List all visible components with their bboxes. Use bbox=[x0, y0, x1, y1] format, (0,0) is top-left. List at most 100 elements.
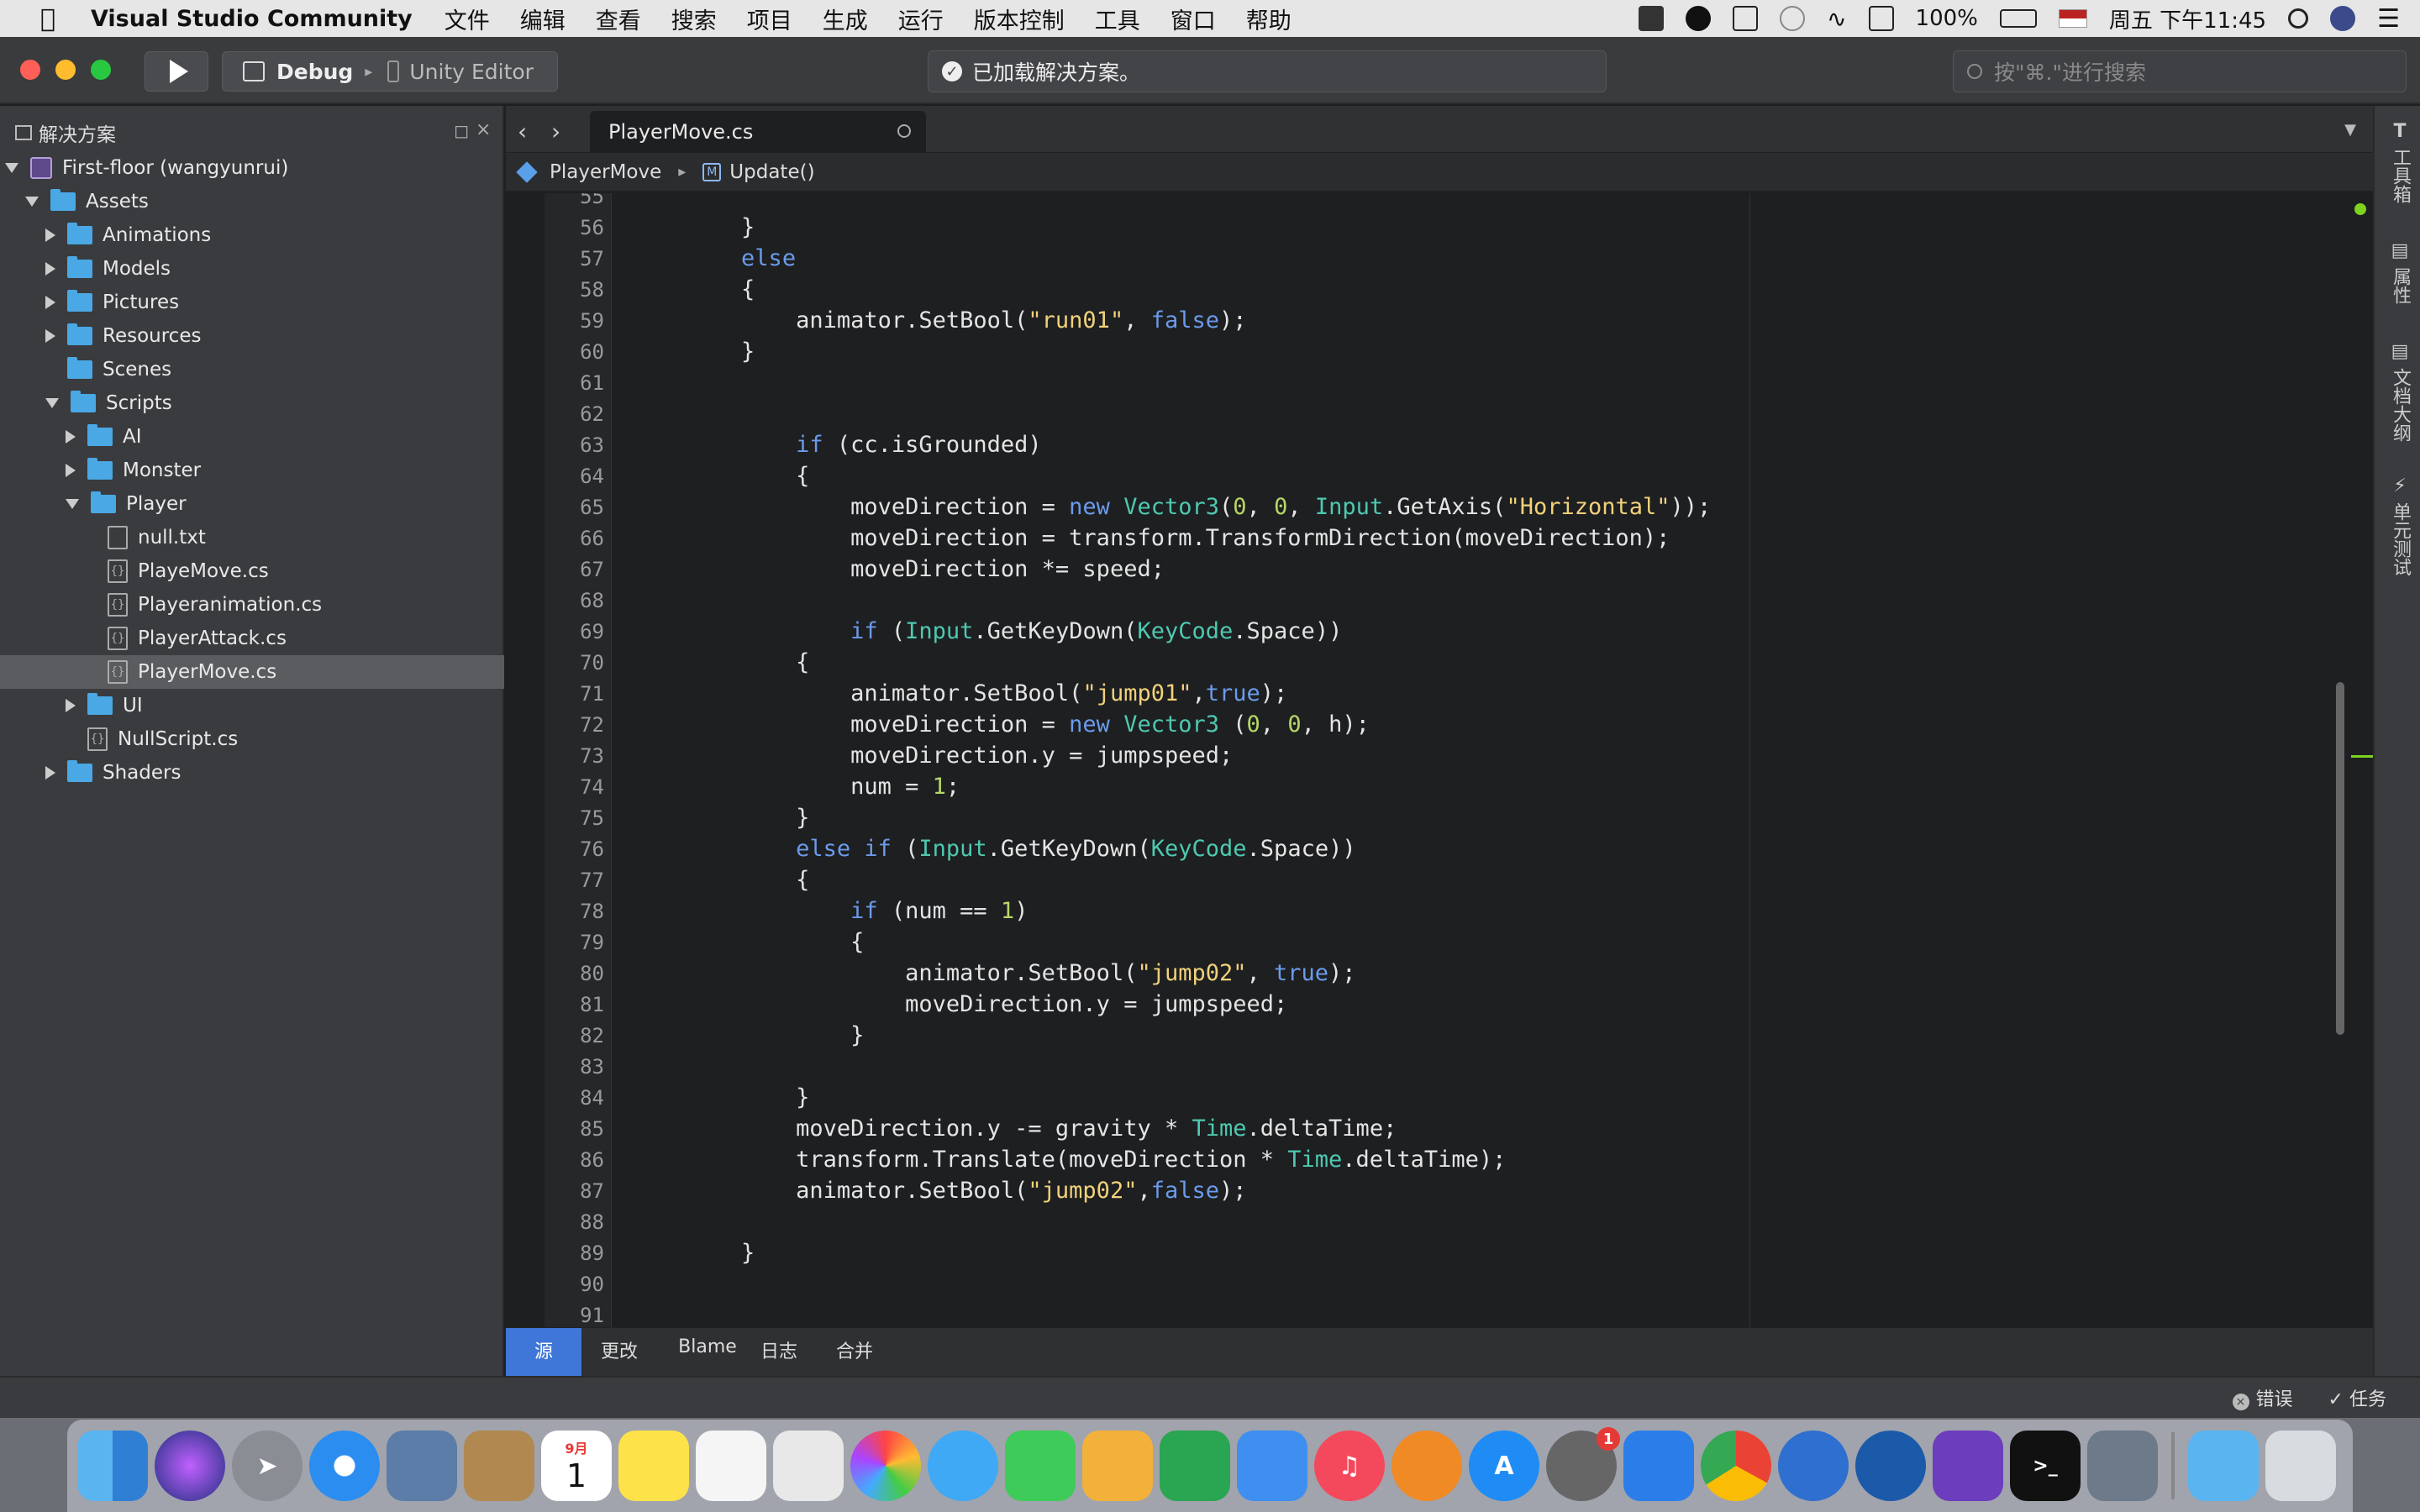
tree-item[interactable]: null.txt bbox=[0, 521, 504, 554]
pages-icon[interactable] bbox=[1082, 1431, 1153, 1501]
code-line[interactable]: if (cc.isGrounded) bbox=[632, 432, 1042, 458]
code-line[interactable]: { bbox=[632, 867, 809, 893]
errors-button[interactable]: × 错误 bbox=[2232, 1384, 2293, 1411]
toolbox-pad-tab[interactable]: T 工具箱 bbox=[2383, 121, 2413, 203]
menu-version-control[interactable]: 版本控制 bbox=[974, 3, 1065, 35]
menu-help[interactable]: 帮助 bbox=[1246, 3, 1292, 35]
siri-dock-icon[interactable] bbox=[155, 1431, 225, 1501]
disclosure-right-icon[interactable] bbox=[66, 464, 76, 477]
launchpad-icon[interactable]: ➤ bbox=[232, 1431, 302, 1501]
calendar-icon[interactable]: 9月 1 bbox=[541, 1431, 612, 1501]
code-line[interactable]: animator.SetBool("jump01",true); bbox=[632, 680, 1287, 706]
tree-item[interactable]: Scenes bbox=[0, 353, 504, 386]
menu-tools[interactable]: 工具 bbox=[1095, 3, 1140, 35]
disclosure-right-icon[interactable] bbox=[45, 262, 55, 276]
tab-changes[interactable]: 更改 bbox=[598, 1328, 640, 1377]
music-icon[interactable]: ♫ bbox=[1314, 1431, 1385, 1501]
tab-blame[interactable]: Blame bbox=[666, 1328, 750, 1377]
disclosure-down-icon[interactable] bbox=[25, 197, 39, 207]
code-line[interactable]: moveDirection = new Vector3(0, 0, Input.… bbox=[632, 494, 1711, 520]
code-line[interactable]: } bbox=[632, 1240, 755, 1266]
menu-window[interactable]: 窗口 bbox=[1171, 3, 1216, 35]
tree-item[interactable]: Resources bbox=[0, 319, 504, 353]
maximize-pad-icon[interactable]: ◻ bbox=[454, 121, 469, 142]
app-name-menu[interactable]: Visual Studio Community bbox=[91, 6, 413, 32]
instruments-icon[interactable] bbox=[1778, 1431, 1849, 1501]
app-store-icon[interactable]: A bbox=[1469, 1431, 1539, 1501]
menu-run[interactable]: 运行 bbox=[898, 3, 944, 35]
menu-edit[interactable]: 编辑 bbox=[520, 3, 566, 35]
code-line[interactable]: moveDirection = transform.TransformDirec… bbox=[632, 525, 1670, 551]
menu-project[interactable]: 项目 bbox=[747, 3, 792, 35]
properties-pad-tab[interactable]: ▤ 属性 bbox=[2383, 240, 2413, 304]
tab-playermove[interactable]: PlayerMove.cs bbox=[590, 111, 926, 153]
code-line[interactable]: num = 1; bbox=[632, 774, 960, 800]
system-preferences-icon[interactable]: 1 bbox=[1546, 1427, 1620, 1501]
tree-item[interactable]: Pictures bbox=[0, 286, 504, 319]
chrome-icon[interactable] bbox=[1701, 1431, 1771, 1501]
tree-item[interactable]: Player bbox=[0, 487, 504, 521]
notification-center-icon[interactable]: ☰ bbox=[2377, 4, 2400, 34]
menu-file[interactable]: 文件 bbox=[445, 3, 490, 35]
tree-item[interactable]: AI bbox=[0, 420, 504, 454]
tasks-button[interactable]: ✓ 任务 bbox=[2328, 1384, 2386, 1411]
code-line[interactable]: } bbox=[632, 1022, 864, 1048]
tree-item[interactable]: Assets bbox=[0, 185, 504, 218]
tree-item[interactable]: Scripts bbox=[0, 386, 504, 420]
tree-item[interactable]: Shaders bbox=[0, 756, 504, 790]
menu-search[interactable]: 搜索 bbox=[671, 3, 717, 35]
image-capture-icon[interactable] bbox=[2087, 1431, 2158, 1501]
close-window-button[interactable] bbox=[20, 60, 40, 80]
disclosure-down-icon[interactable] bbox=[5, 163, 18, 173]
code-line[interactable]: else if (Input.GetKeyDown(KeyCode.Space)… bbox=[632, 836, 1356, 862]
tree-item[interactable]: First-floor (wangyunrui) bbox=[0, 151, 504, 185]
breadcrumb-method[interactable]: Update() bbox=[729, 161, 814, 183]
disclosure-right-icon[interactable] bbox=[45, 228, 55, 242]
code-line[interactable]: moveDirection *= speed; bbox=[632, 556, 1165, 582]
zoom-window-button[interactable] bbox=[91, 60, 111, 80]
disclosure-right-icon[interactable] bbox=[45, 296, 55, 309]
tab-source[interactable]: 源 bbox=[506, 1328, 581, 1377]
layout-icon[interactable] bbox=[1639, 6, 1665, 31]
notes-icon[interactable] bbox=[618, 1431, 689, 1501]
tree-item[interactable]: Models bbox=[0, 252, 504, 286]
code-line[interactable]: else bbox=[632, 245, 796, 271]
tree-item[interactable]: {} PlayerMove.cs bbox=[0, 655, 504, 689]
code-line[interactable]: } bbox=[632, 339, 755, 365]
battery-icon[interactable] bbox=[1999, 9, 2037, 28]
contacts-icon[interactable] bbox=[464, 1431, 534, 1501]
bluetooth-icon[interactable] bbox=[1780, 6, 1806, 31]
code-line[interactable]: } bbox=[632, 805, 809, 831]
photo-preview-icon[interactable] bbox=[387, 1431, 457, 1501]
unit-tests-pad-tab[interactable]: ⚡ 单元测试 bbox=[2383, 475, 2413, 576]
disclosure-down-icon[interactable] bbox=[66, 499, 79, 509]
disclosure-right-icon[interactable] bbox=[45, 329, 55, 343]
reminders-icon[interactable] bbox=[696, 1431, 766, 1501]
tree-item[interactable]: {} NullScript.cs bbox=[0, 722, 504, 756]
tree-item[interactable]: {} PlayerAttack.cs bbox=[0, 622, 504, 655]
close-pad-icon[interactable]: × bbox=[476, 119, 491, 140]
close-tab-icon[interactable] bbox=[897, 124, 911, 138]
wifi-icon[interactable]: ∿ bbox=[1827, 5, 1846, 33]
us-flag-icon[interactable] bbox=[2058, 9, 2087, 28]
safari-icon[interactable] bbox=[309, 1431, 380, 1501]
tree-item[interactable]: UI bbox=[0, 689, 504, 722]
disclosure-down-icon[interactable] bbox=[45, 398, 59, 408]
visual-studio-icon[interactable] bbox=[1933, 1431, 2003, 1501]
menu-build[interactable]: 生成 bbox=[823, 3, 868, 35]
menu-clock[interactable]: 周五 下午11:45 bbox=[2109, 3, 2266, 34]
code-line[interactable]: if (Input.GetKeyDown(KeyCode.Space)) bbox=[632, 618, 1342, 644]
preview-icon[interactable] bbox=[773, 1431, 844, 1501]
breadcrumb-class[interactable]: PlayerMove bbox=[550, 161, 661, 183]
code-line[interactable]: animator.SetBool("jump02", true); bbox=[632, 960, 1355, 986]
run-configuration-selector[interactable]: Debug ▸ Unity Editor bbox=[222, 51, 558, 92]
document-outline-pad-tab[interactable]: ▤ 文档大纲 bbox=[2383, 341, 2413, 442]
tree-item[interactable]: Animations bbox=[0, 218, 504, 252]
facetime-icon[interactable] bbox=[1005, 1431, 1076, 1501]
code-editor[interactable]: 55 56 57 58 59 60 61 62 63 64 65 66 67 68 69 70 71 72 73 74… bbox=[506, 193, 2373, 1327]
menu-view[interactable]: 查看 bbox=[596, 3, 641, 35]
photos-icon[interactable] bbox=[850, 1431, 921, 1501]
code-line[interactable]: } bbox=[632, 214, 755, 240]
trash-icon[interactable] bbox=[2265, 1431, 2336, 1501]
xcode-status-icon[interactable] bbox=[1686, 6, 1712, 31]
